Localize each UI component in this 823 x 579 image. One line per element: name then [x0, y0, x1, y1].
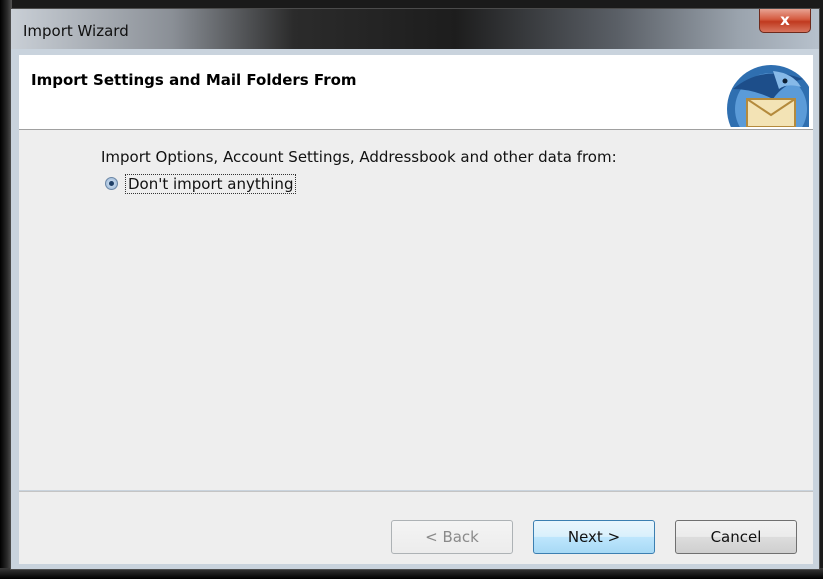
close-icon: x	[780, 11, 790, 29]
import-wizard-window: Import Wizard x Import Settings and Mail…	[10, 8, 820, 570]
next-button[interactable]: Next >	[533, 520, 655, 554]
wizard-header: Import Settings and Mail Folders From	[19, 55, 813, 130]
back-button[interactable]: < Back	[391, 520, 513, 554]
wizard-content: Import Options, Account Settings, Addres…	[19, 130, 813, 490]
title-bar[interactable]: Import Wizard	[11, 9, 819, 49]
radio-button[interactable]	[105, 177, 118, 190]
window-title: Import Wizard	[23, 22, 129, 40]
thunderbird-logo-icon	[713, 59, 809, 127]
radio-selected-dot	[109, 181, 114, 186]
close-button[interactable]: x	[759, 9, 811, 33]
page-title: Import Settings and Mail Folders From	[31, 71, 357, 89]
wizard-footer: < Back Next > Cancel	[19, 491, 813, 564]
cancel-button[interactable]: Cancel	[675, 520, 797, 554]
radio-label[interactable]: Don't import anything	[125, 174, 297, 194]
import-prompt: Import Options, Account Settings, Addres…	[101, 148, 617, 166]
